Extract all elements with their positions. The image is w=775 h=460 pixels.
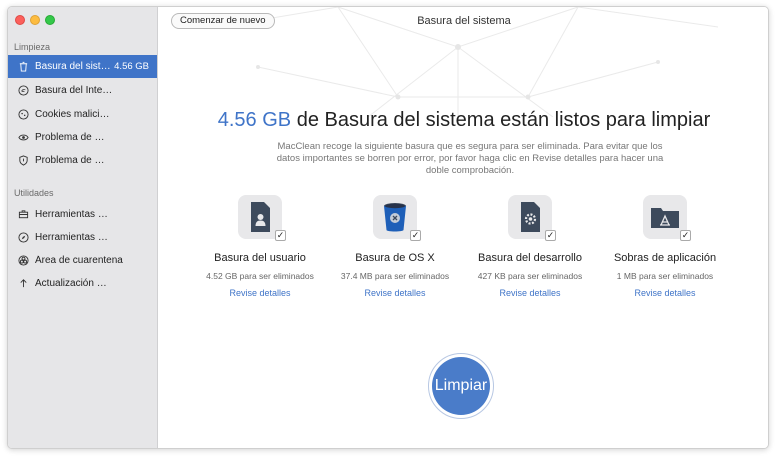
- page-title: 4.56 GB de Basura del sistema están list…: [158, 109, 768, 132]
- sidebar-item-label: Herramientas de seguridad: [35, 232, 109, 243]
- title-bar: Comenzar de nuevo Basura del sistema: [158, 7, 768, 35]
- toolbox-icon: [17, 209, 29, 221]
- trash-icon: [17, 61, 29, 73]
- category-title: Sobras de aplicación: [613, 252, 717, 264]
- category-size: 37.4 MB para ser eliminados: [340, 271, 450, 281]
- sidebar-item-label: Basura del Internet: [35, 85, 113, 96]
- gear-file-icon: ✓: [508, 195, 556, 241]
- category-size: 1 MB para ser eliminados: [616, 271, 714, 281]
- minimize-window-button[interactable]: [30, 15, 40, 25]
- app-window: Limpieza Basura del sistema 4.56 GB Basu…: [7, 6, 769, 449]
- review-details-link[interactable]: Revise detalles: [195, 288, 325, 298]
- close-window-button[interactable]: [15, 15, 25, 25]
- clean-button-ring: Limpiar: [428, 353, 494, 419]
- category-title: Basura del desarrollo: [478, 252, 582, 264]
- category-user-junk: ✓ Basura del usuario 4.52 GB para ser el…: [195, 195, 325, 298]
- review-details-link[interactable]: Revise detalles: [600, 288, 730, 298]
- app-folder-icon: ✓: [643, 195, 691, 241]
- sidebar-item-label: Problema de privacidad: [35, 132, 107, 143]
- category-checkbox[interactable]: ✓: [545, 230, 556, 241]
- main-content: Comenzar de nuevo Basura del sistema 4.5…: [158, 7, 768, 448]
- sidebar-item-cookies[interactable]: Cookies maliciosas: [8, 103, 157, 126]
- category-checkbox[interactable]: ✓: [275, 230, 286, 241]
- category-app-leftovers: ✓ Sobras de aplicación 1 MB para ser eli…: [600, 195, 730, 298]
- sidebar-item-system-junk[interactable]: Basura del sistema 4.56 GB: [8, 55, 157, 78]
- biohazard-icon: [17, 255, 29, 267]
- sidebar-item-size: 4.56 GB: [114, 61, 149, 72]
- upload-icon: [17, 278, 29, 290]
- category-checkbox[interactable]: ✓: [410, 230, 421, 241]
- sidebar-item-label: Problema de seguridad: [35, 155, 107, 166]
- sidebar-item-cleaning-tools[interactable]: Herramientas de limpieza: [8, 203, 157, 226]
- sidebar-item-quarantine[interactable]: Área de cuarentena: [8, 249, 157, 272]
- sidebar-item-label: Área de cuarentena: [35, 255, 123, 266]
- sidebar-item-security-tools[interactable]: Herramientas de seguridad: [8, 226, 157, 249]
- category-title: Basura del usuario: [214, 252, 306, 264]
- sidebar-item-label: Basura del sistema: [35, 61, 113, 72]
- zoom-window-button[interactable]: [45, 15, 55, 25]
- sidebar: Limpieza Basura del sistema 4.56 GB Basu…: [8, 7, 158, 448]
- total-size: 4.56 GB: [217, 109, 292, 131]
- category-dev-junk: ✓ Basura del desarrollo 427 KB para ser …: [465, 195, 595, 298]
- review-details-link[interactable]: Revise detalles: [330, 288, 460, 298]
- category-size: 4.52 GB para ser eliminados: [206, 271, 314, 281]
- category-title: Basura de OS X: [355, 252, 435, 264]
- sidebar-item-label: Cookies maliciosas: [35, 109, 113, 120]
- compass-icon: [17, 232, 29, 244]
- eye-icon: [17, 132, 29, 144]
- category-size: 427 KB para ser eliminados: [477, 271, 583, 281]
- sidebar-item-internet-junk[interactable]: Basura del Internet: [8, 79, 157, 102]
- category-osx-junk: ✓ Basura de OS X 37.4 MB para ser elimin…: [330, 195, 460, 298]
- sidebar-item-privacy[interactable]: Problema de privacidad: [8, 126, 157, 149]
- window-controls: [15, 15, 55, 25]
- section-label-limpieza: Limpieza: [14, 42, 51, 52]
- sidebar-item-app-updates[interactable]: Actualización de apps: [8, 272, 157, 295]
- internet-icon: [17, 85, 29, 97]
- window-title: Basura del sistema: [417, 15, 511, 27]
- clean-button[interactable]: Limpiar: [432, 357, 490, 415]
- user-file-icon: ✓: [238, 195, 286, 241]
- cookie-icon: [17, 109, 29, 121]
- description-text: MacClean recoge la siguiente basura que …: [276, 141, 664, 176]
- sidebar-item-label: Herramientas de limpieza: [35, 209, 109, 220]
- sidebar-item-security[interactable]: Problema de seguridad: [8, 149, 157, 172]
- section-label-utilidades: Utilidades: [14, 188, 54, 198]
- category-checkbox[interactable]: ✓: [680, 230, 691, 241]
- sidebar-item-label: Actualización de apps: [35, 278, 109, 289]
- osx-trash-icon: ✓: [373, 195, 421, 241]
- shield-icon: [17, 155, 29, 167]
- review-details-link[interactable]: Revise detalles: [465, 288, 595, 298]
- headline-text: de Basura del sistema están listos para …: [296, 109, 711, 131]
